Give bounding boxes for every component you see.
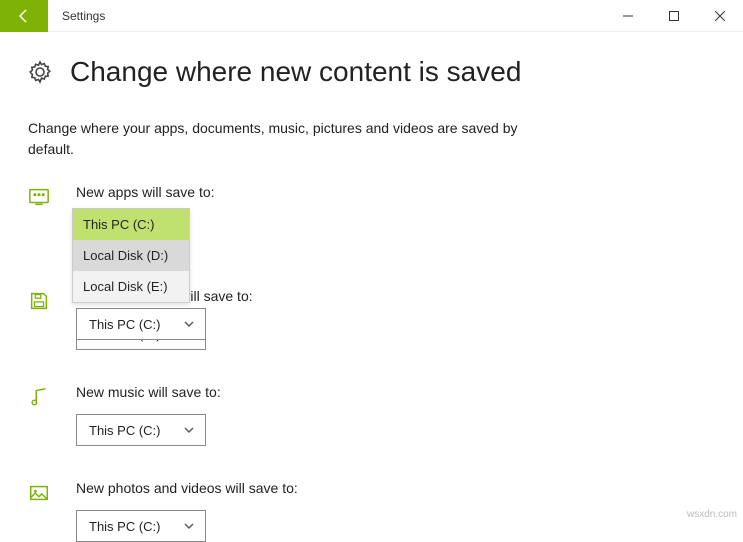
chevron-down-icon: [183, 318, 195, 330]
save-icon: [28, 290, 50, 312]
maximize-button[interactable]: [651, 0, 697, 32]
photos-icon: [28, 482, 50, 504]
setting-apps-label: New apps will save to:: [76, 184, 715, 200]
watermark: wsxdn.com: [687, 509, 737, 520]
dropdown-option-thispc[interactable]: This PC (C:): [73, 209, 189, 240]
setting-photos-body: New photos and videos will save to: This…: [76, 480, 715, 542]
setting-photos-label: New photos and videos will save to:: [76, 480, 715, 496]
close-button[interactable]: [697, 0, 743, 32]
setting-photos-combo[interactable]: This PC (C:): [76, 510, 206, 542]
minimize-icon: [623, 11, 633, 21]
arrow-left-icon: [16, 8, 32, 24]
heading-row: Change where new content is saved: [28, 56, 715, 88]
chevron-down-icon: [183, 424, 195, 436]
combo-value: This PC (C:): [89, 423, 161, 438]
chevron-down-icon: [183, 520, 195, 532]
page-description: Change where your apps, documents, music…: [28, 118, 528, 160]
setting-music-label: New music will save to:: [76, 384, 715, 400]
window-title: Settings: [62, 9, 605, 23]
setting-music-combo[interactable]: This PC (C:): [76, 414, 206, 446]
dropdown-option-e[interactable]: Local Disk (E:): [73, 271, 189, 302]
close-icon: [715, 11, 725, 21]
back-button[interactable]: [0, 0, 48, 32]
setting-music: New music will save to: This PC (C:): [28, 384, 715, 446]
combo-value: This PC (C:): [89, 317, 161, 332]
page-heading: Change where new content is saved: [70, 56, 521, 88]
music-icon: [28, 386, 50, 408]
setting-music-body: New music will save to: This PC (C:): [76, 384, 715, 446]
title-bar: Settings: [0, 0, 743, 32]
apps-dropdown[interactable]: This PC (C:) Local Disk (D:) Local Disk …: [72, 208, 190, 303]
setting-photos: New photos and videos will save to: This…: [28, 480, 715, 542]
apps-icon: [28, 186, 50, 208]
setting-apps-combo[interactable]: This PC (C:): [76, 308, 206, 340]
maximize-icon: [669, 11, 679, 21]
combo-value: This PC (C:): [89, 519, 161, 534]
gear-icon: [28, 60, 52, 84]
window-controls: [605, 0, 743, 32]
minimize-button[interactable]: [605, 0, 651, 32]
dropdown-option-d[interactable]: Local Disk (D:): [73, 240, 189, 271]
